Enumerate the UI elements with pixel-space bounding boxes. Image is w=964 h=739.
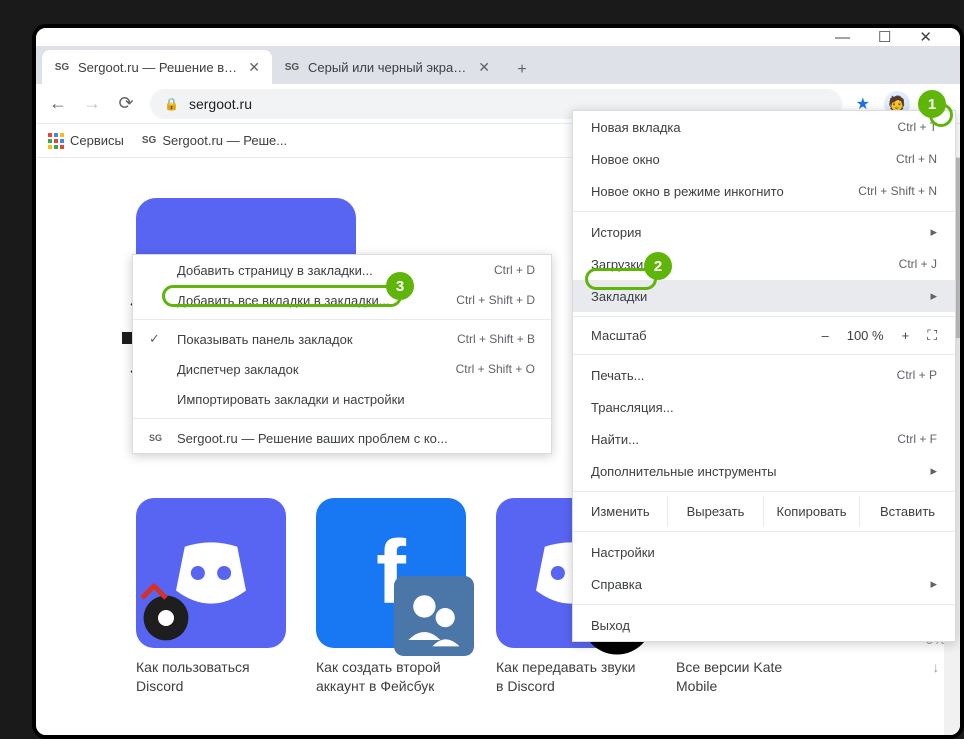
submenu-show-bar[interactable]: ✓Показывать панель закладокCtrl + Shift … [133, 324, 551, 354]
annotation-badge-3: 3 [386, 272, 414, 300]
menu-find[interactable]: Найти...Ctrl + F [573, 423, 955, 455]
menu-incognito[interactable]: Новое окно в режиме инкогнитоCtrl + Shif… [573, 175, 955, 207]
apps-icon [48, 133, 64, 149]
tab-inactive[interactable]: SG Серый или черный экран при з ✕ [272, 50, 502, 84]
apps-shortcut[interactable]: Сервисы [48, 133, 124, 149]
window-controls: — ☐ ✕ [36, 28, 960, 46]
favicon-icon: SG [149, 433, 165, 443]
zoom-in-button[interactable]: + [902, 328, 910, 343]
tab-active[interactable]: SG Sergoot.ru — Решение ваших пр ✕ [42, 50, 272, 84]
zoom-out-button[interactable]: – [821, 328, 828, 343]
lock-icon: 🔒 [164, 97, 179, 111]
zoom-value: 100 % [847, 328, 884, 343]
submenu-import[interactable]: Импортировать закладки и настройки [133, 384, 551, 414]
gear-overlay-icon [126, 578, 206, 658]
submenu-arrow-icon: ▸ [930, 224, 937, 240]
card-title: Как пользоваться Discord [136, 658, 286, 696]
submenu-add-page[interactable]: Добавить страницу в закладки...Ctrl + D [133, 255, 551, 285]
menu-separator [573, 211, 955, 212]
card-image: f [316, 498, 466, 648]
copy-button[interactable]: Копировать [764, 496, 860, 527]
bookmarks-submenu: Добавить страницу в закладки...Ctrl + D … [132, 254, 552, 454]
annotation-badge-1: 1 [918, 90, 946, 118]
menu-separator [133, 319, 551, 320]
card-facebook[interactable]: f Как создать второй аккаунт в Фейсбук [316, 498, 466, 696]
menu-separator [133, 418, 551, 419]
close-button[interactable]: ✕ [919, 28, 932, 46]
menu-separator [573, 354, 955, 355]
favicon-icon: SG [142, 135, 156, 146]
url-text: sergoot.ru [189, 96, 252, 112]
card-title: Как передавать звуки в Discord [496, 658, 646, 696]
menu-edit-row: Изменить Вырезать Копировать Вставить [573, 496, 955, 527]
browser-window: — ☐ ✕ SG Sergoot.ru — Решение ваших пр ✕… [32, 24, 964, 739]
main-menu: Новая вкладкаCtrl + T Новое окноCtrl + N… [572, 110, 956, 642]
card-title: Все версии Kate Mobile [676, 658, 826, 696]
scroll-down-icon[interactable]: ↓ [932, 659, 939, 675]
submenu-manager[interactable]: Диспетчер закладокCtrl + Shift + O [133, 354, 551, 384]
menu-history[interactable]: История▸ [573, 216, 955, 248]
bookmark-item[interactable]: SG Sergoot.ru — Реше... [142, 133, 287, 148]
cut-button[interactable]: Вырезать [668, 496, 764, 527]
menu-separator [573, 531, 955, 532]
fullscreen-icon[interactable]: ⛶ [927, 327, 937, 344]
submenu-arrow-icon: ▸ [930, 288, 937, 304]
menu-new-window[interactable]: Новое окноCtrl + N [573, 143, 955, 175]
tab-title: Sergoot.ru — Решение ваших пр [78, 60, 240, 75]
bookmark-label: Sergoot.ru — Реше... [162, 133, 287, 148]
menu-cast[interactable]: Трансляция... [573, 391, 955, 423]
submenu-arrow-icon: ▸ [930, 576, 937, 592]
tab-close-icon[interactable]: ✕ [248, 59, 260, 76]
card-discord[interactable]: Как пользоваться Discord [136, 498, 286, 696]
menu-new-tab[interactable]: Новая вкладкаCtrl + T [573, 111, 955, 143]
menu-more-tools[interactable]: Дополнительные инструменты▸ [573, 455, 955, 487]
menu-separator [573, 604, 955, 605]
apps-label: Сервисы [70, 133, 124, 148]
favicon-icon: SG [54, 59, 70, 75]
maximize-button[interactable]: ☐ [878, 28, 891, 46]
submenu-bookmark-item[interactable]: SGSergoot.ru — Решение ваших проблем с к… [133, 423, 551, 453]
minimize-button[interactable]: — [835, 29, 850, 46]
submenu-arrow-icon: ▸ [930, 463, 937, 479]
people-overlay-icon [394, 576, 474, 656]
favicon-icon: SG [284, 59, 300, 75]
menu-separator [573, 316, 955, 317]
menu-settings[interactable]: Настройки [573, 536, 955, 568]
new-tab-button[interactable]: + [508, 56, 536, 84]
menu-help[interactable]: Справка▸ [573, 568, 955, 600]
zoom-label: Масштаб [591, 328, 647, 343]
back-button[interactable]: ← [48, 93, 68, 114]
menu-zoom: Масштаб – 100 % + ⛶ [573, 321, 955, 350]
annotation-badge-2: 2 [644, 252, 672, 280]
menu-print[interactable]: Печать...Ctrl + P [573, 359, 955, 391]
tab-strip: SG Sergoot.ru — Решение ваших пр ✕ SG Се… [36, 46, 960, 84]
forward-button: → [82, 93, 102, 114]
reload-button[interactable]: ⟳ [116, 93, 136, 114]
card-image [136, 498, 286, 648]
menu-separator [573, 491, 955, 492]
edit-label: Изменить [573, 496, 668, 527]
card-title: Как создать второй аккаунт в Фейсбук [316, 658, 466, 696]
tab-title: Серый или черный экран при з [308, 60, 470, 75]
check-icon: ✓ [149, 331, 165, 347]
tab-close-icon[interactable]: ✕ [478, 59, 490, 76]
paste-button[interactable]: Вставить [860, 496, 955, 527]
menu-exit[interactable]: Выход [573, 609, 955, 641]
annotation-ring-3 [162, 285, 402, 307]
